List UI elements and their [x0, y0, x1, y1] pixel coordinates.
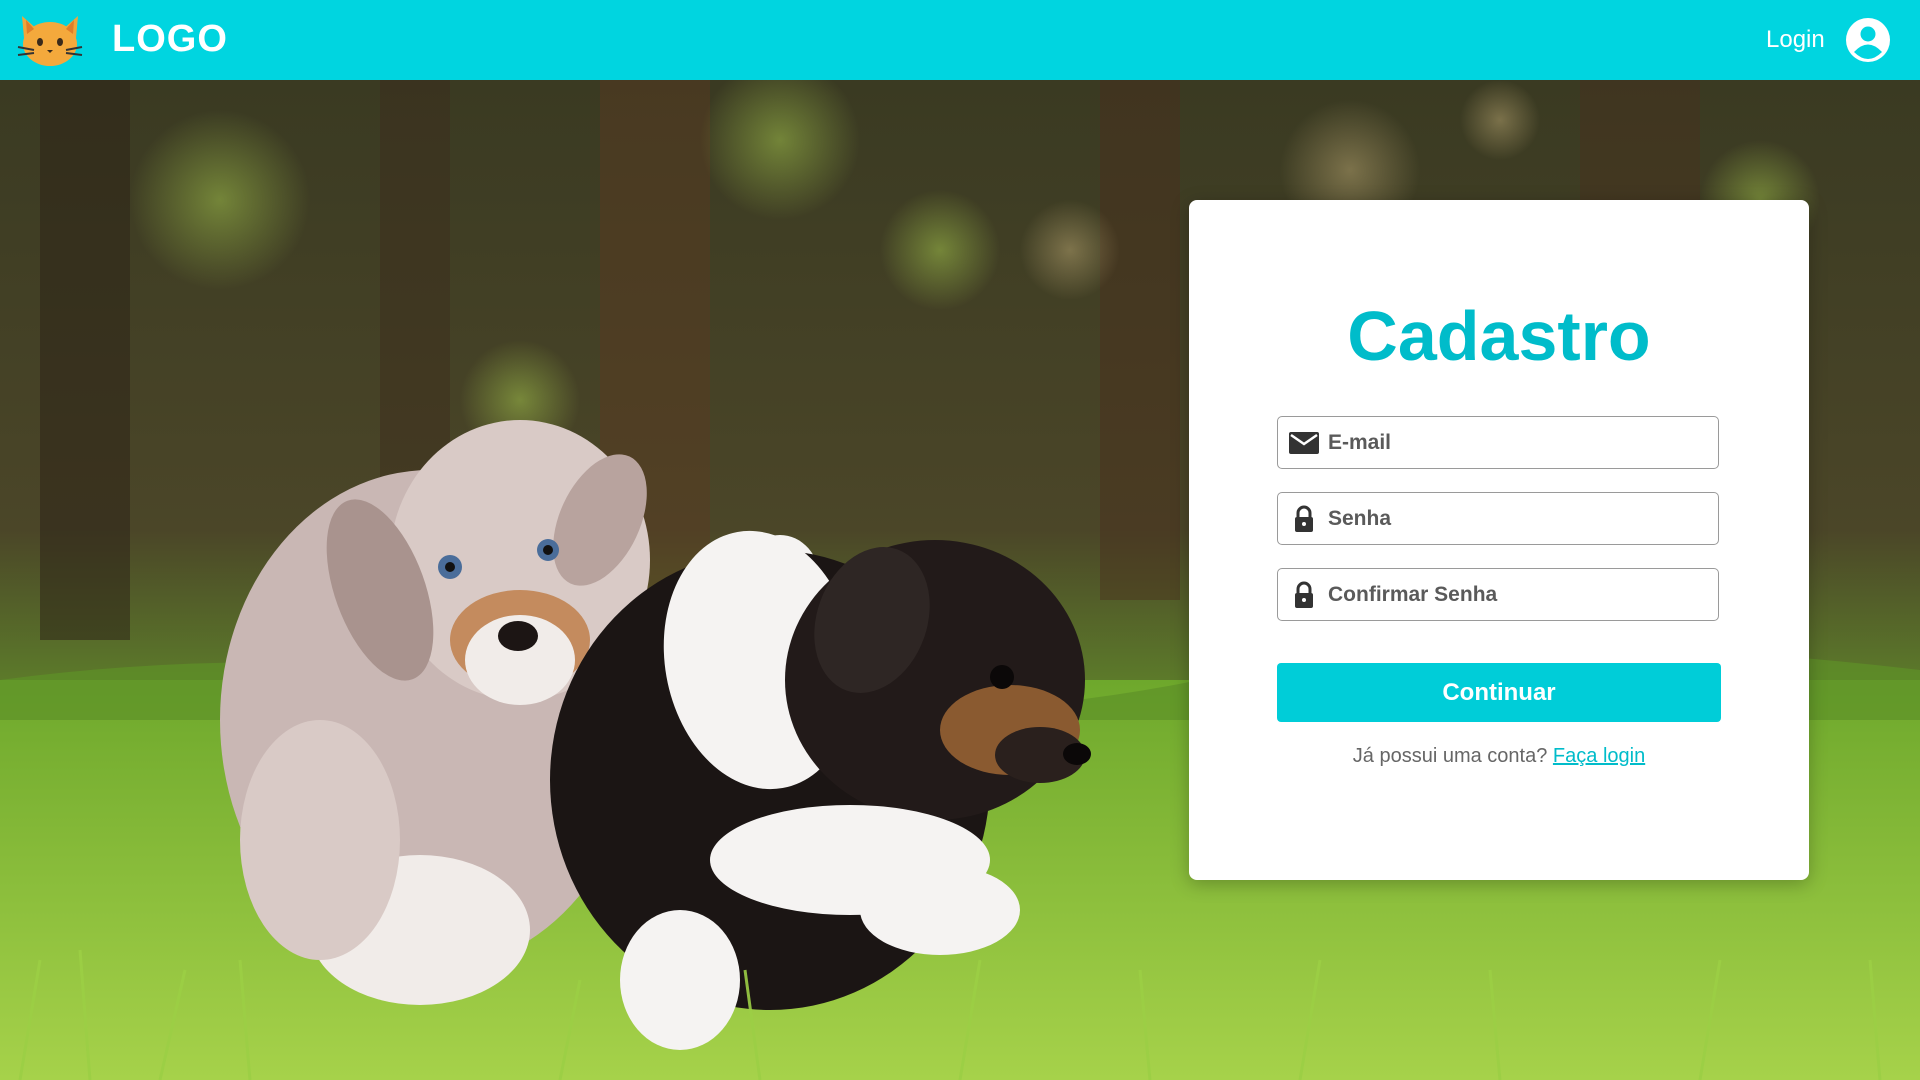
lock-icon	[1295, 505, 1313, 532]
lock-icon	[1295, 581, 1313, 608]
login-prompt-text: Já possui uma conta?	[1352, 745, 1548, 767]
login-link-inline[interactable]: Faça login	[1553, 745, 1645, 767]
confirm-password-input[interactable]	[1326, 569, 1710, 621]
cat-face-icon[interactable]	[16, 12, 84, 68]
login-link[interactable]: Login	[1766, 26, 1825, 54]
continue-button[interactable]: Continuar	[1277, 663, 1721, 722]
login-prompt: Já possui uma conta? Faça login	[1189, 745, 1809, 768]
password-field[interactable]	[1277, 492, 1719, 545]
mail-icon	[1289, 432, 1319, 454]
account-circle-icon[interactable]	[1845, 17, 1891, 63]
password-input[interactable]	[1326, 493, 1710, 545]
page-title: Cadastro	[1347, 297, 1651, 375]
logo-text[interactable]: LOGO	[112, 18, 228, 61]
top-bar: LOGO Login	[0, 0, 1920, 80]
signup-card: Cadastro Continuar Já possui uma conta? …	[1189, 200, 1809, 880]
confirm-password-field[interactable]	[1277, 568, 1719, 621]
email-input[interactable]	[1326, 417, 1710, 469]
email-field[interactable]	[1277, 416, 1719, 469]
